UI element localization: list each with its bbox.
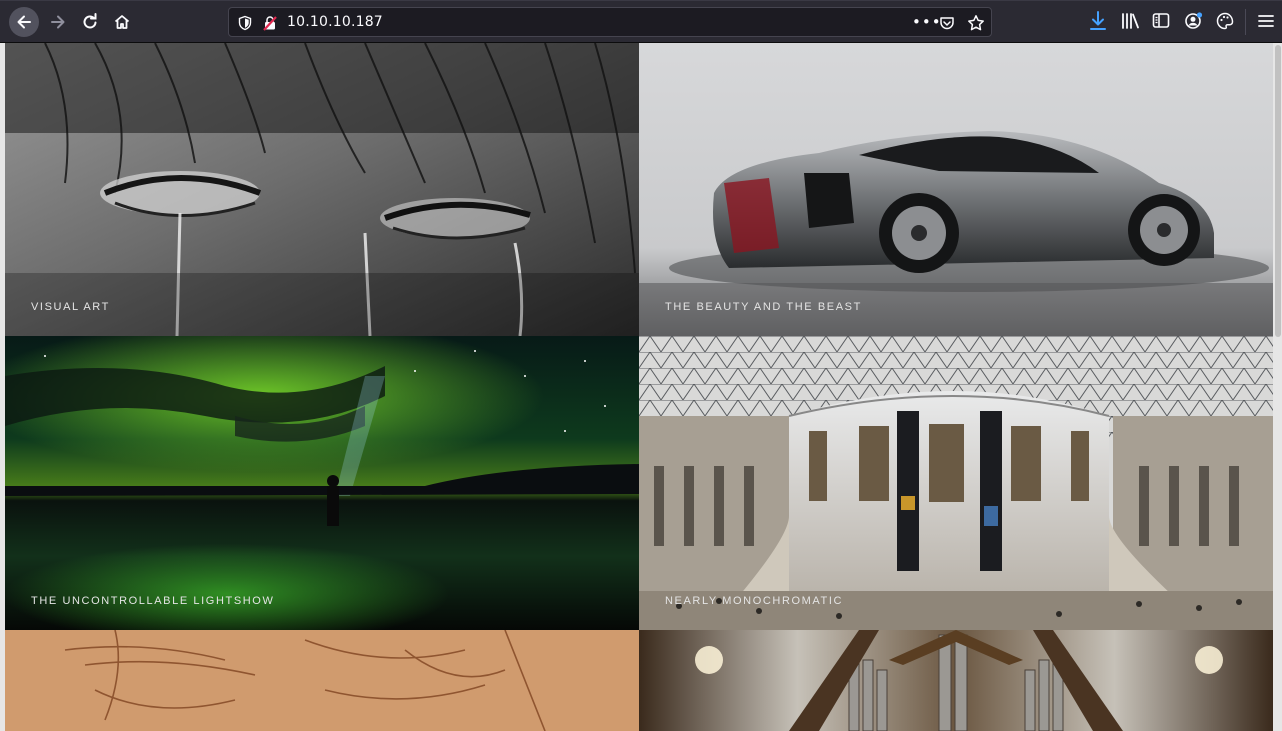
bookmark-star-icon[interactable] bbox=[967, 14, 985, 32]
arrow-left-icon bbox=[17, 15, 31, 29]
silver-sports-car-image bbox=[639, 43, 1273, 336]
url-text[interactable]: 10.10.10.187 bbox=[287, 14, 383, 30]
tile-caption: NEARLY MONOCHROMATIC bbox=[665, 595, 844, 607]
browser-toolbar: 10.10.10.187 ••• bbox=[0, 0, 1282, 43]
sidebar-icon[interactable] bbox=[1152, 11, 1170, 31]
aurora-night-sky-image bbox=[5, 336, 639, 630]
reload-button[interactable] bbox=[75, 7, 105, 37]
sepia-face-sketch-image bbox=[5, 630, 639, 731]
home-icon bbox=[114, 15, 130, 29]
gallery-tile-sepia-sketch[interactable] bbox=[5, 630, 639, 731]
gallery-tile-lightshow[interactable]: THE UNCONTROLLABLE LIGHTSHOW bbox=[5, 336, 639, 630]
tile-caption: VISUAL ART bbox=[31, 301, 110, 313]
tile-caption: THE BEAUTY AND THE BEAST bbox=[665, 301, 862, 313]
toolbar-separator bbox=[1245, 9, 1246, 35]
museum-great-court-image bbox=[639, 336, 1273, 630]
reload-icon bbox=[83, 13, 97, 29]
tile-caption: THE UNCONTROLLABLE LIGHTSHOW bbox=[31, 595, 275, 607]
gallery-tile-pipe-organ[interactable] bbox=[639, 630, 1273, 731]
download-icon[interactable] bbox=[1089, 11, 1107, 31]
scrollbar-thumb[interactable] bbox=[1275, 45, 1281, 337]
extensions-palette-icon[interactable] bbox=[1215, 11, 1235, 31]
page-actions-menu-icon[interactable]: ••• bbox=[912, 13, 942, 31]
gallery-tile-beauty-and-beast[interactable]: THE BEAUTY AND THE BEAST bbox=[639, 43, 1273, 336]
pipe-organ-image bbox=[639, 630, 1273, 731]
tab-strip-edge bbox=[0, 0, 1282, 1]
address-bar[interactable]: 10.10.10.187 ••• bbox=[228, 7, 992, 37]
insecure-lock-icon[interactable] bbox=[262, 15, 278, 31]
back-button[interactable] bbox=[9, 7, 39, 37]
page-content: VISUAL ART THE BEAUTY AND THE BEAST THE … bbox=[0, 43, 1282, 731]
pocket-icon[interactable] bbox=[939, 15, 955, 31]
gallery-tile-monochromatic[interactable]: NEARLY MONOCHROMATIC bbox=[639, 336, 1273, 630]
hamburger-menu-icon[interactable] bbox=[1257, 11, 1275, 31]
shield-icon[interactable] bbox=[237, 15, 253, 31]
crying-eye-sketch-image bbox=[5, 43, 639, 336]
gallery-tile-visual-art[interactable]: VISUAL ART bbox=[5, 43, 639, 336]
account-icon[interactable] bbox=[1184, 11, 1204, 31]
home-button[interactable] bbox=[107, 7, 137, 37]
forward-button[interactable] bbox=[43, 7, 73, 37]
arrow-right-icon bbox=[51, 15, 65, 29]
library-icon[interactable] bbox=[1120, 11, 1140, 31]
